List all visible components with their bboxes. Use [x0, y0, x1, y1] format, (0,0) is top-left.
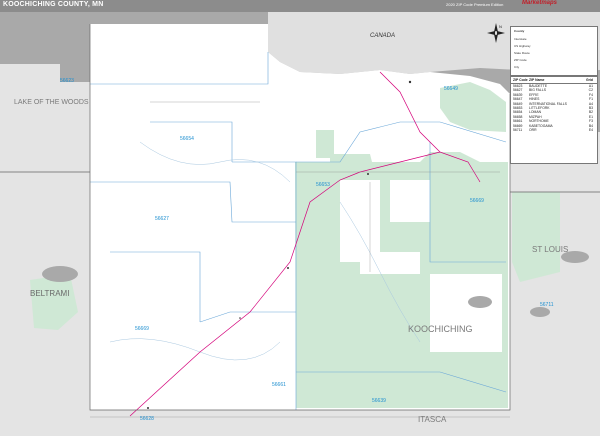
brand-logo: Marketmaps	[522, 0, 558, 6]
city-dot	[147, 407, 149, 409]
zip-label: 56623	[60, 78, 74, 84]
zip-col-header: ZIP Code	[513, 78, 528, 82]
zip-cell: 56711	[513, 128, 523, 133]
county-label-itasca: ITASCA	[418, 415, 447, 424]
legend-item: US Highway	[514, 44, 531, 48]
county-label-beltrami: BELTRAMI	[30, 289, 69, 298]
north-arrow-icon: N	[487, 23, 505, 43]
zip-name-col-header: ZIP Name	[529, 78, 545, 82]
map-frame: KOOCHICHING COUNTY, MN 2020 ZIP Code Pre…	[0, 0, 600, 436]
city-dot	[408, 80, 412, 84]
zip-table-header: ZIP Code ZIP Name Grid	[511, 77, 597, 84]
title-bar: KOOCHICHING COUNTY, MN 2020 ZIP Code Pre…	[0, 0, 600, 12]
lake-5	[42, 266, 78, 282]
zip-code-table: ZIP Code ZIP Name Grid 56623 BAUDETTE A1 56…	[510, 76, 598, 164]
public-land-small	[316, 130, 334, 158]
zip-label: 56653	[316, 182, 330, 188]
county-label-koochiching: KOOCHICHING	[408, 324, 473, 334]
zip-label: 56628	[140, 416, 154, 422]
county-label-st-louis: ST LOUIS	[532, 245, 568, 254]
grid-col-header: Grid	[586, 78, 593, 82]
zip-label: 56661	[272, 382, 286, 388]
south-neighbor-land	[90, 410, 510, 436]
private-parcel-3	[390, 180, 430, 222]
legend-item: ZIP Code	[514, 58, 527, 62]
zip-label: 56669	[135, 326, 149, 332]
zip-label: 56649	[444, 86, 458, 92]
country-label: CANADA	[370, 33, 395, 39]
north-letter: N	[499, 24, 502, 29]
lake-4	[468, 296, 492, 308]
legend-item: Interstate	[514, 37, 527, 41]
city-dot	[287, 267, 289, 269]
grid-cell: E4	[588, 128, 593, 133]
legend-item: City	[514, 65, 520, 69]
city-dot	[239, 317, 241, 319]
zip-name-cell: ORR	[529, 128, 537, 133]
legend-item: State Route	[514, 51, 530, 55]
zip-table-rows: 56623 BAUDETTE A1 56627 BIG FALLS C2 56639 EFFI…	[511, 84, 597, 132]
east-neighbor-land	[510, 132, 600, 436]
map-title: KOOCHICHING COUNTY, MN	[3, 1, 104, 8]
edition-label: 2020 ZIP Code Premium Edition	[446, 2, 504, 7]
legend-title: County	[514, 29, 525, 33]
west-neighbor-land	[0, 64, 90, 436]
public-land-stlouis	[512, 192, 560, 282]
city-dot	[367, 173, 369, 175]
zip-label: 56711	[540, 302, 554, 308]
zip-label: 56669	[470, 198, 484, 204]
private-parcel-2	[430, 274, 502, 352]
county-label-lake-of-the-woods: LAKE OF THE WOODS	[14, 99, 89, 106]
zip-label: 56654	[180, 136, 194, 142]
map-legend: County Interstate US Highway State Route…	[510, 26, 598, 76]
zip-label: 56639	[372, 398, 386, 404]
zip-table-row: 56711 ORR E4	[511, 128, 597, 132]
lake-3	[530, 307, 550, 317]
zip-label: 56627	[155, 216, 169, 222]
